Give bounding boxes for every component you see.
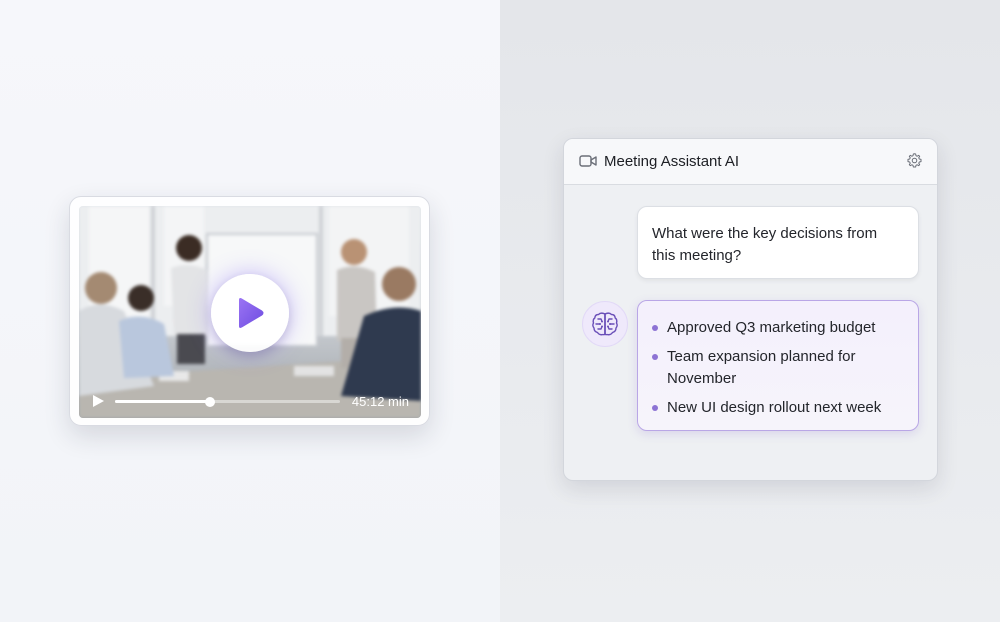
user-message-text: What were the key decisions from this me…: [652, 225, 878, 264]
video-duration: 45:12 min: [351, 394, 409, 409]
ai-answer-item: Approved Q3 marketing budget: [667, 319, 876, 336]
video-controls: 45:12 min: [79, 384, 421, 418]
video-frame[interactable]: 45:12 min: [79, 206, 421, 418]
list-item: Approved Q3 marketing budget: [652, 317, 906, 339]
gear-icon[interactable]: [906, 152, 923, 169]
progress-track[interactable]: [115, 396, 340, 407]
list-item: Team expansion planned for November: [652, 346, 906, 390]
ai-answer-list: Approved Q3 marketing budget Team expans…: [652, 317, 906, 419]
user-message-bubble: What were the key decisions from this me…: [637, 206, 919, 279]
ai-avatar: [582, 301, 628, 347]
progress-fill: [115, 400, 210, 403]
meeting-assistant-panel: Meeting Assistant AI What were the key d…: [563, 138, 938, 481]
ai-answer-item: New UI design rollout next week: [667, 399, 882, 416]
ai-answer-item: Team expansion planned for November: [667, 348, 856, 387]
bullet-dot: [652, 325, 658, 331]
assistant-header: Meeting Assistant AI: [564, 139, 937, 185]
assistant-title: Meeting Assistant AI: [604, 153, 740, 170]
play-button[interactable]: [211, 274, 289, 352]
brain-icon: [592, 312, 618, 336]
ai-message-bubble: Approved Q3 marketing budget Team expans…: [637, 300, 919, 431]
bullet-dot: [652, 405, 658, 411]
play-icon: [239, 298, 264, 328]
progress-knob[interactable]: [204, 396, 215, 407]
list-item: New UI design rollout next week: [652, 397, 906, 419]
small-play-icon[interactable]: [91, 394, 105, 408]
bullet-dot: [652, 354, 658, 360]
video-player-card: 45:12 min: [69, 196, 430, 426]
video-camera-icon: [579, 155, 597, 167]
